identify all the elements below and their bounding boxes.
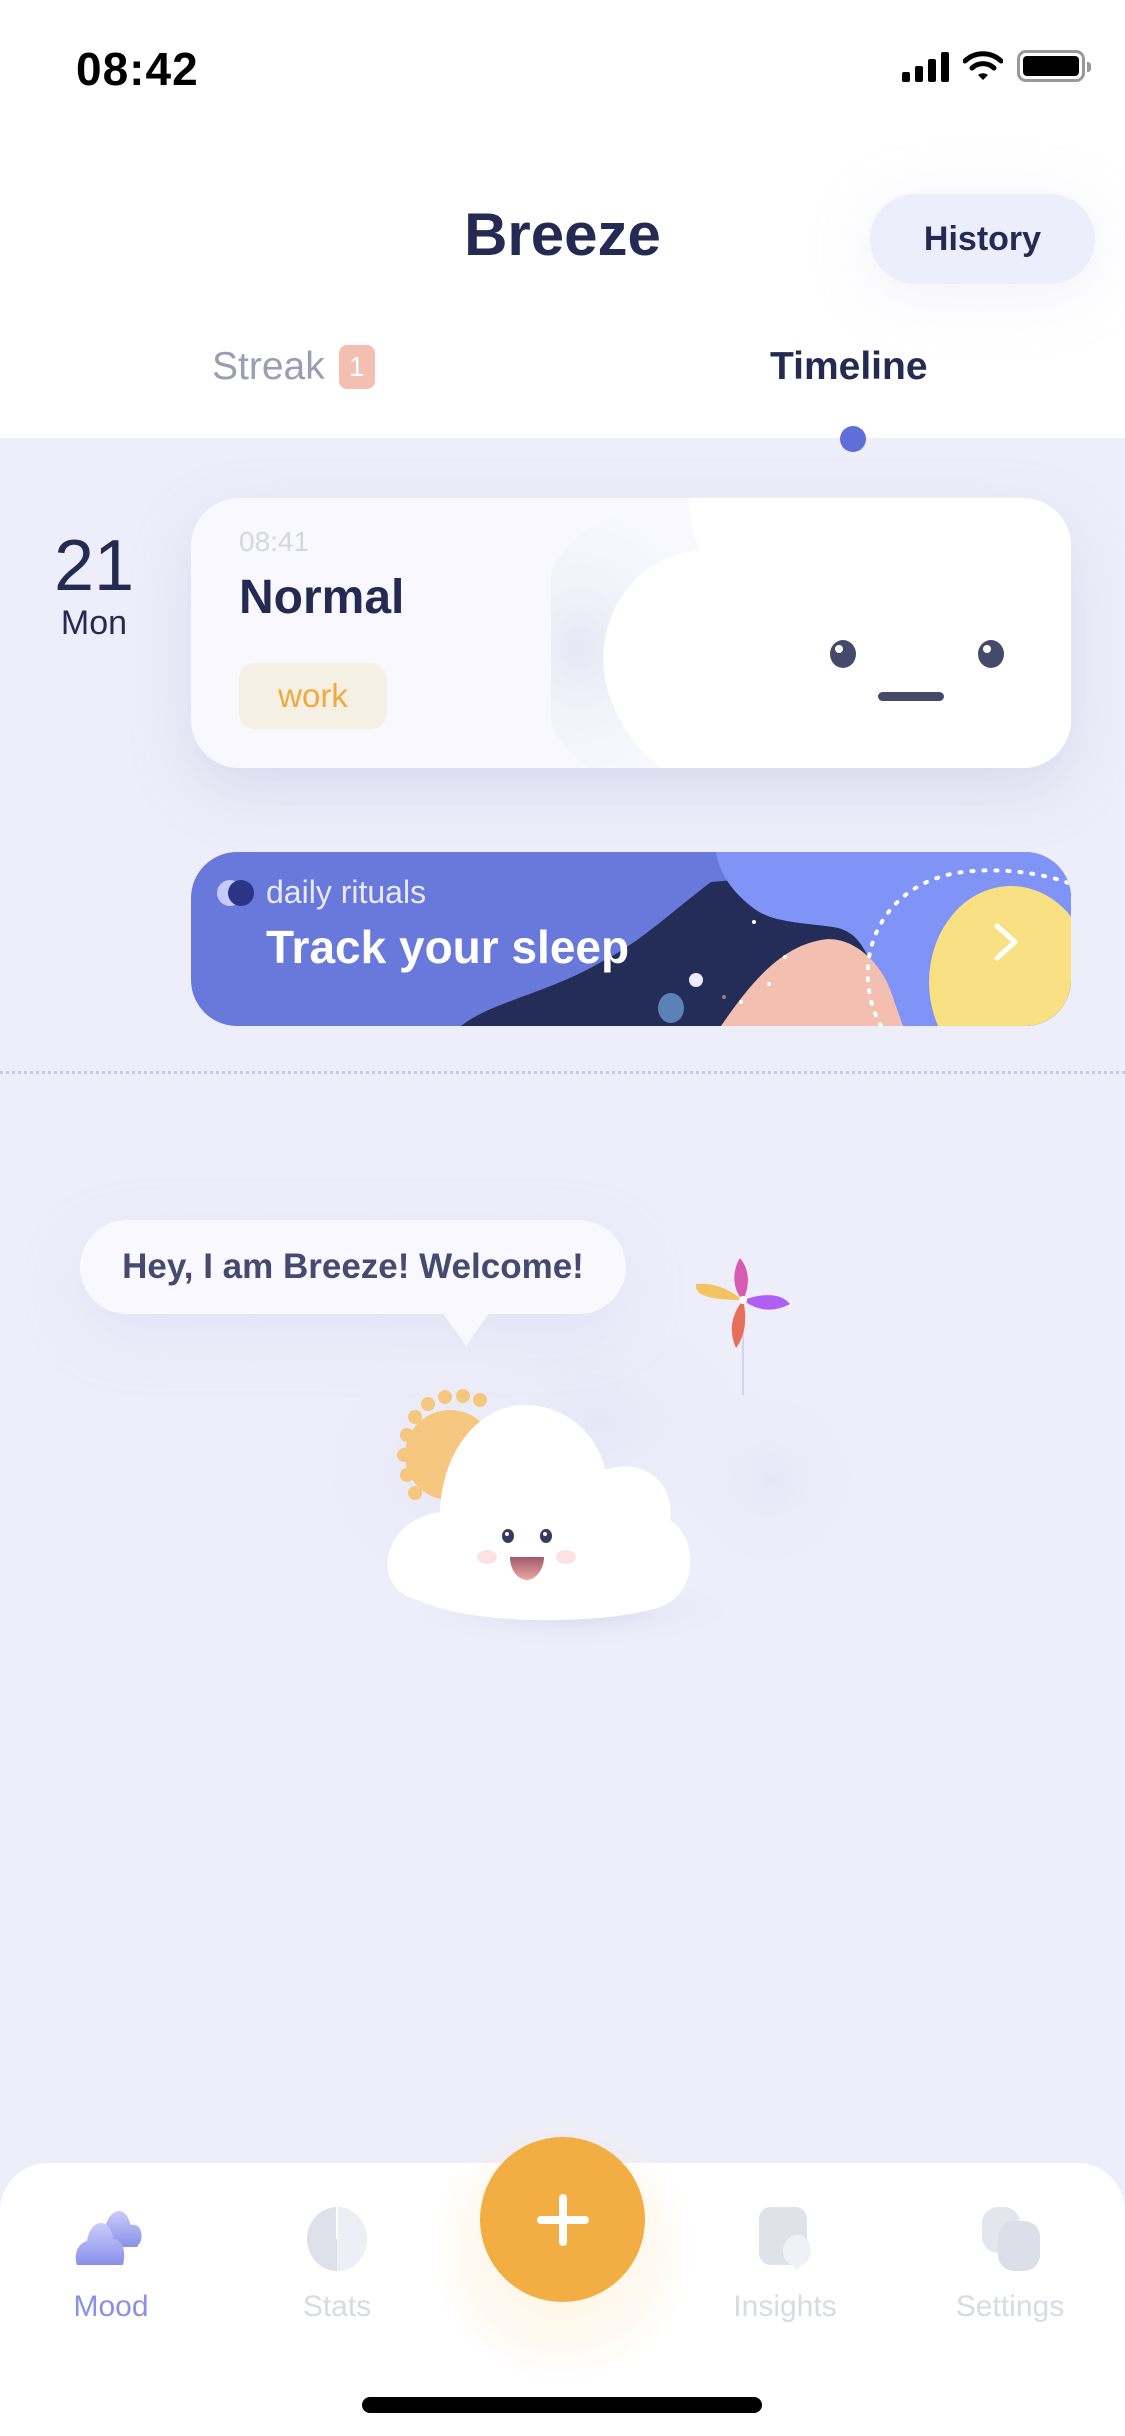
- active-tab-indicator: [840, 426, 866, 452]
- mood-entry-card[interactable]: 08:41 Normal work: [191, 498, 1071, 768]
- settings-icon: [982, 2207, 1040, 2271]
- pie-chart-icon: [307, 2207, 367, 2271]
- neutral-cloud-face-icon: [551, 498, 1071, 768]
- home-indicator[interactable]: [362, 2397, 762, 2413]
- nav-label-mood: Mood: [73, 2290, 149, 2323]
- history-button[interactable]: History: [870, 194, 1095, 284]
- status-time: 08:42: [76, 43, 199, 95]
- nav-item-stats[interactable]: Stats: [252, 2203, 422, 2324]
- chevron-right-icon: [994, 923, 1018, 961]
- cloud-icon: [75, 2211, 142, 2265]
- battery-icon: [1017, 50, 1091, 82]
- nav-item-insights[interactable]: Insights: [700, 2203, 870, 2324]
- entry-tag[interactable]: work: [239, 663, 387, 729]
- date-weekday: Mon: [60, 604, 128, 642]
- insights-icon: [759, 2207, 811, 2271]
- signal-icon: [902, 50, 949, 82]
- timeline-divider: [0, 1071, 1125, 1074]
- date-day: 21: [53, 526, 135, 606]
- timeline-date: 21 Mon: [52, 530, 136, 643]
- status-icons: [902, 50, 1091, 82]
- plus-icon: [536, 2193, 589, 2246]
- banner-title: Track your sleep: [266, 921, 630, 973]
- tab-streak[interactable]: Streak 1: [212, 345, 375, 389]
- nav-item-mood[interactable]: Mood: [26, 2203, 196, 2324]
- tab-streak-label: Streak: [212, 345, 325, 388]
- header-area: 08:42 Breeze History Streak 1 Timeline: [0, 0, 1125, 438]
- entry-time: 08:41: [239, 526, 310, 557]
- nav-label-insights: Insights: [733, 2290, 837, 2323]
- moon-icon: [217, 880, 254, 906]
- tab-timeline-label: Timeline: [770, 345, 928, 388]
- mascot-speech-bubble: Hey, I am Breeze! Welcome!: [80, 1220, 626, 1346]
- tab-timeline[interactable]: Timeline: [770, 345, 928, 389]
- nav-label-stats: Stats: [302, 2290, 372, 2323]
- nav-label-settings: Settings: [955, 2290, 1065, 2323]
- wifi-icon: [963, 51, 1003, 80]
- add-entry-button[interactable]: [480, 2137, 645, 2302]
- entry-mood: Normal: [239, 571, 405, 624]
- banner-subtitle: daily rituals: [266, 874, 427, 910]
- streak-badge: 1: [338, 345, 375, 389]
- track-sleep-banner[interactable]: daily rituals Track your sleep: [191, 852, 1071, 1026]
- nav-item-settings[interactable]: Settings: [925, 2203, 1095, 2324]
